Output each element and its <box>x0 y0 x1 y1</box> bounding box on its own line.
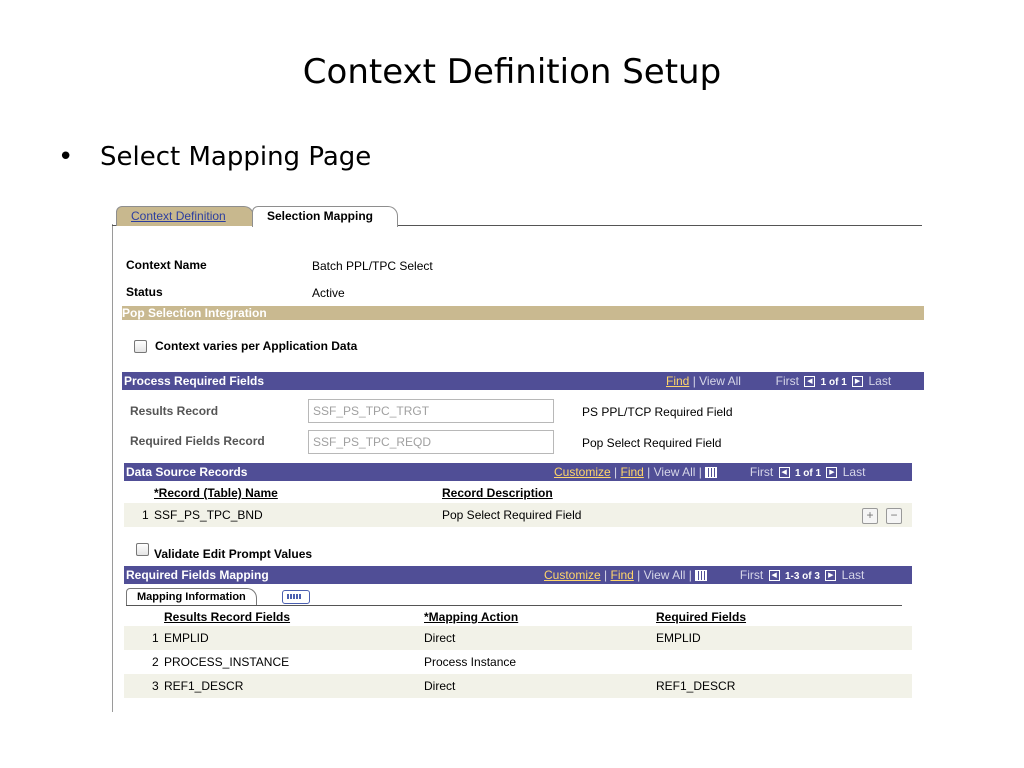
results-field-cell: REF1_DESCR <box>164 679 244 693</box>
data-source-first-link[interactable]: First <box>750 465 773 479</box>
bullet-dot-icon: • <box>58 142 74 172</box>
next-arrow-icon[interactable]: ▶ <box>852 376 864 388</box>
required-field-cell: REF1_DESCR <box>656 679 736 693</box>
peoplesoft-panel: Context Definition Selection Mapping Con… <box>112 198 924 712</box>
row-number: 1 <box>152 631 159 645</box>
process-last-link[interactable]: Last <box>868 374 891 388</box>
context-varies-checkbox[interactable] <box>134 340 147 353</box>
process-required-header: Process Required Fields Find | View All … <box>122 372 924 390</box>
row-number: 3 <box>152 679 159 693</box>
process-required-title: Process Required Fields <box>124 374 265 388</box>
record-desc-cell: Pop Select Required Field <box>442 508 582 522</box>
table-row: 1 SSF_PS_TPC_BND Pop Select Required Fie… <box>124 503 912 527</box>
mapping-view-all-link[interactable]: View All <box>644 568 686 582</box>
context-name-value: Batch PPL/TPC Select <box>312 259 433 273</box>
tab-selection-mapping[interactable]: Selection Mapping <box>252 206 398 227</box>
pop-selection-header: Pop Selection Integration <box>122 306 924 320</box>
mapping-find-link[interactable]: Find <box>610 568 633 582</box>
process-find-link[interactable]: Find <box>666 374 689 388</box>
slide-title: Context Definition Setup <box>302 52 722 92</box>
results-field-cell: EMPLID <box>164 631 209 645</box>
mapping-header: Required Fields Mapping Customize | Find… <box>124 566 912 584</box>
tab-context-definition[interactable]: Context Definition <box>116 206 254 226</box>
record-name-cell: SSF_PS_TPC_BND <box>154 508 263 522</box>
subtab-baseline <box>126 605 902 606</box>
data-source-title: Data Source Records <box>126 465 248 479</box>
data-source-find-link[interactable]: Find <box>620 465 643 479</box>
results-record-input[interactable]: SSF_PS_TPC_TRGT <box>308 399 554 423</box>
mapping-last-link[interactable]: Last <box>842 568 865 582</box>
prev-arrow-icon[interactable]: ◀ <box>778 467 790 479</box>
col-record-description: Record Description <box>442 486 553 500</box>
process-first-link[interactable]: First <box>776 374 799 388</box>
mapping-title: Required Fields Mapping <box>126 568 269 582</box>
bullet-text: Select Mapping Page <box>100 142 372 172</box>
mapping-action-cell: Direct <box>424 679 456 693</box>
required-fields-record-input[interactable]: SSF_PS_TPC_REQD <box>308 430 554 454</box>
mapping-subtab-strip: Mapping Information <box>126 588 902 606</box>
status-value: Active <box>312 286 345 300</box>
prev-arrow-icon[interactable]: ◀ <box>804 376 816 388</box>
context-name-label: Context Name <box>126 258 207 272</box>
process-required-nav: Find | View All First ◀ 1 of 1 ▶ Last <box>666 374 892 388</box>
mapping-count: 1-3 of 3 <box>784 571 820 582</box>
next-arrow-icon[interactable]: ▶ <box>826 467 838 479</box>
col-mapping-action: *Mapping Action <box>424 610 519 624</box>
download-grid-icon[interactable] <box>705 467 718 479</box>
add-row-icon[interactable]: + <box>862 508 878 524</box>
data-source-last-link[interactable]: Last <box>843 465 866 479</box>
process-view-all-link[interactable]: View All <box>699 374 741 388</box>
bullet-item: • Select Mapping Page <box>58 142 371 172</box>
prev-arrow-icon[interactable]: ◀ <box>768 570 780 582</box>
process-count: 1 of 1 <box>820 377 847 388</box>
show-all-columns-icon[interactable] <box>282 590 310 604</box>
data-source-count: 1 of 1 <box>794 468 822 479</box>
mapping-customize-link[interactable]: Customize <box>544 568 601 582</box>
mapping-action-cell: Process Instance <box>424 655 517 669</box>
table-row: 2 PROCESS_INSTANCE Process Instance <box>124 650 912 674</box>
results-field-cell: PROCESS_INSTANCE <box>164 655 290 669</box>
table-row: 3 REF1_DESCR Direct REF1_DESCR <box>124 674 912 698</box>
data-source-nav: Customize | Find | View All | First ◀ 1 … <box>554 465 866 479</box>
tab-mapping-information[interactable]: Mapping Information <box>126 588 257 605</box>
row-number: 1 <box>142 508 149 522</box>
mapping-nav: Customize | Find | View All | First ◀ 1-… <box>544 568 865 582</box>
col-record-table-name: *Record (Table) Name <box>154 486 278 500</box>
validate-edit-label: Validate Edit Prompt Values <box>154 547 313 561</box>
data-source-customize-link[interactable]: Customize <box>554 465 611 479</box>
delete-row-icon[interactable]: − <box>886 508 902 524</box>
context-varies-label: Context varies per Application Data <box>155 339 358 353</box>
required-fields-record-label: Required Fields Record <box>130 434 265 448</box>
pop-selection-title: Pop Selection Integration <box>122 306 267 320</box>
next-arrow-icon[interactable]: ▶ <box>825 570 837 582</box>
tab-strip: Context Definition Selection Mapping <box>112 204 924 227</box>
status-label: Status <box>126 285 163 299</box>
mapping-action-cell: Direct <box>424 631 456 645</box>
results-record-label: Results Record <box>130 404 219 418</box>
data-source-header: Data Source Records Customize | Find | V… <box>124 463 912 481</box>
required-field-cell: EMPLID <box>656 631 701 645</box>
table-row: 1 EMPLID Direct EMPLID <box>124 626 912 650</box>
required-fields-record-desc: Pop Select Required Field <box>582 436 722 450</box>
results-record-desc: PS PPL/TCP Required Field <box>582 405 733 419</box>
col-required-fields: Required Fields <box>656 610 747 624</box>
row-number: 2 <box>152 655 159 669</box>
col-results-record-fields: Results Record Fields <box>164 610 291 624</box>
download-grid-icon[interactable] <box>695 570 708 582</box>
data-source-view-all-link[interactable]: View All <box>654 465 696 479</box>
mapping-first-link[interactable]: First <box>740 568 763 582</box>
validate-edit-checkbox[interactable] <box>136 543 149 556</box>
panel-left-rule <box>112 224 113 712</box>
